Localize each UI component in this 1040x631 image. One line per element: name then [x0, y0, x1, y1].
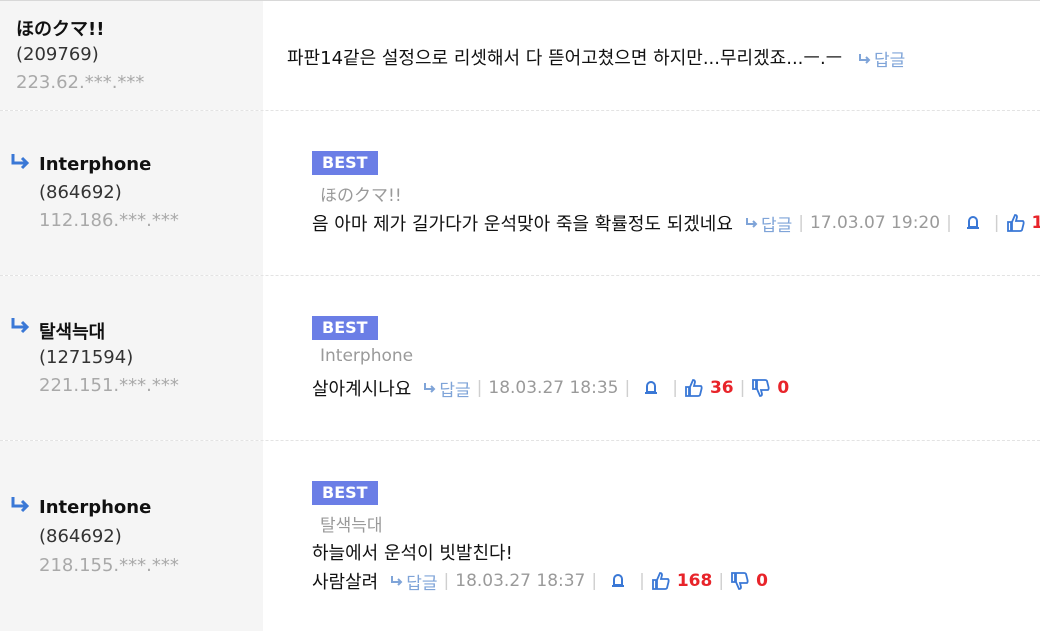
reply-button[interactable]: 답글 — [745, 211, 792, 236]
author-nickname[interactable]: ほのクマ!! — [16, 15, 104, 41]
author-user-id: (1271594) — [39, 347, 134, 368]
parent-author: Interphone — [320, 346, 414, 366]
best-badge: BEST — [312, 151, 378, 175]
comment-row: Interphone (864692) 218.155.***.*** BEST… — [0, 441, 1040, 631]
separator: | — [946, 213, 952, 233]
comment-line: 사람살려 답글 | 18.03.27 18:37 | | 168 | 0 — [312, 568, 768, 594]
separator: | — [718, 571, 725, 591]
report-bell-icon[interactable] — [964, 214, 982, 232]
reply-button[interactable]: 답글 — [390, 569, 438, 594]
thumbs-down-icon[interactable] — [751, 378, 771, 398]
separator: | — [624, 378, 631, 398]
author-nickname[interactable]: 탈색늑대 — [39, 318, 105, 344]
author-ip: 112.186.***.*** — [39, 210, 179, 231]
separator: | — [443, 571, 450, 591]
comment-line: 살아계시나요 답글 | 18.03.27 18:35 | | 36 | 0 — [312, 375, 789, 401]
comment-text: 파판14같은 설정으로 리셋해서 다 뜯어고쳤으면 하지만...무리겠죠...ㅡ… — [287, 48, 843, 69]
comment-row: ほのクマ!! (209769) 223.62.***.*** 파판14같은 설정… — [0, 1, 1040, 111]
comment-date: 18.03.27 18:35 — [488, 378, 619, 398]
comment-text: 음 아마 제가 길가다가 운석맞아 죽을 확률정도 되겠네요 — [312, 214, 733, 235]
separator: | — [993, 213, 1000, 233]
author-ip: 218.155.***.*** — [39, 555, 179, 576]
downvote-count: 0 — [777, 378, 790, 398]
comment-row: Interphone (864692) 112.186.***.*** BEST… — [0, 111, 1040, 276]
reply-indent-arrow-icon — [11, 318, 30, 334]
thumbs-up-icon[interactable] — [684, 378, 704, 398]
thumbs-up-icon[interactable] — [651, 571, 671, 591]
downvote-count: 0 — [756, 571, 768, 591]
author-nickname[interactable]: Interphone — [39, 497, 151, 518]
reply-label: 답글 — [760, 215, 793, 236]
best-badge: BEST — [312, 481, 378, 505]
parent-author: 탈색늑대 — [320, 516, 383, 536]
comment-date: 18.03.27 18:37 — [455, 571, 586, 591]
reply-label: 답글 — [874, 51, 906, 71]
reply-button[interactable]: 답글 — [423, 376, 471, 401]
comment-date: 17.03.07 19:20 — [809, 213, 941, 233]
upvote-count: 36 — [709, 378, 734, 398]
report-bell-icon[interactable] — [609, 572, 627, 590]
reply-arrow-icon — [424, 383, 436, 393]
parent-author: ほのクマ!! — [320, 186, 402, 206]
separator: | — [798, 213, 804, 233]
comment-text-line: 하늘에서 운석이 빗발친다! — [312, 543, 513, 564]
reply-indent-arrow-icon — [11, 497, 30, 513]
author-user-id: (864692) — [39, 526, 122, 547]
reply-indent-arrow-icon — [11, 154, 30, 170]
reply-label: 답글 — [406, 573, 438, 594]
reply-label: 답글 — [439, 380, 471, 401]
comment-line: 음 아마 제가 길가다가 운석맞아 죽을 확률정도 되겠네요 답글 | 17.0… — [312, 210, 1040, 236]
separator: | — [739, 378, 746, 398]
separator: | — [639, 571, 645, 591]
separator: | — [476, 378, 483, 398]
reply-arrow-icon — [391, 576, 403, 586]
separator: | — [672, 378, 678, 398]
author-user-id: (864692) — [39, 182, 122, 203]
comment-meta: 답글 — [858, 46, 905, 71]
comment-text: 살아계시나요 — [312, 379, 412, 400]
reply-arrow-icon — [745, 218, 758, 228]
author-user-id: (209769) — [16, 44, 99, 65]
reply-button[interactable]: 답글 — [858, 46, 905, 71]
author-nickname[interactable]: Interphone — [39, 154, 151, 175]
comment-row: 탈색늑대 (1271594) 221.151.***.*** BEST Inte… — [0, 276, 1040, 441]
author-ip: 221.151.***.*** — [39, 375, 179, 396]
comment-text: 사람살려 — [312, 572, 379, 593]
author-ip: 223.62.***.*** — [16, 72, 145, 93]
thumbs-down-icon[interactable] — [730, 571, 750, 591]
thumbs-up-icon[interactable] — [1006, 213, 1026, 233]
upvote-count: 102 — [1031, 213, 1040, 233]
report-bell-icon[interactable] — [642, 379, 660, 397]
best-badge: BEST — [312, 316, 378, 340]
separator: | — [591, 571, 598, 591]
reply-arrow-icon — [859, 53, 871, 64]
upvote-count: 168 — [676, 571, 713, 591]
